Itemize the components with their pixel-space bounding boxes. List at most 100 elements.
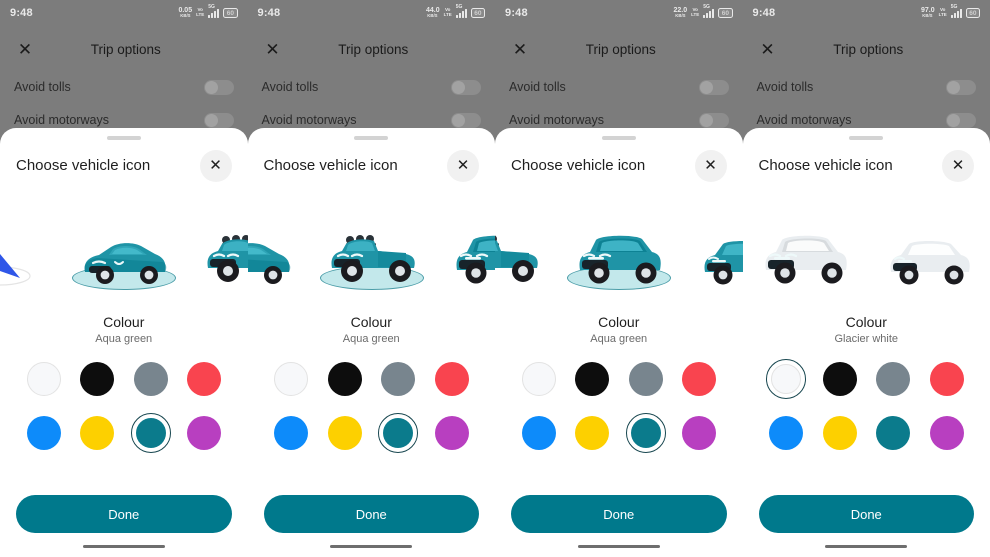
close-icon[interactable]: ✕: [501, 30, 539, 68]
vehicle-icon-sheet: Choose vehicle icon ✕: [742, 128, 990, 557]
colour-swatch-fill: [26, 361, 61, 396]
colour-swatch-fill: [929, 361, 964, 396]
page-title: Trip options: [585, 41, 656, 57]
toggle-switch[interactable]: [698, 112, 729, 128]
toggle-switch[interactable]: [203, 79, 234, 95]
colour-swatch[interactable]: [625, 412, 666, 453]
colour-swatch[interactable]: [378, 359, 418, 399]
close-icon[interactable]: ✕: [199, 149, 232, 182]
colour-heading: Colour: [845, 313, 887, 330]
colour-swatch[interactable]: [927, 413, 967, 453]
close-icon[interactable]: ✕: [254, 30, 292, 68]
colour-swatch-grid[interactable]: [759, 358, 973, 453]
toggle-switch[interactable]: [946, 79, 976, 95]
colour-name: Glacier white: [834, 332, 899, 345]
colour-swatch[interactable]: [766, 413, 806, 453]
colour-swatch[interactable]: [271, 359, 311, 399]
colour-swatch[interactable]: [873, 413, 913, 453]
colour-swatch[interactable]: [519, 359, 559, 399]
close-icon[interactable]: ✕: [447, 149, 479, 182]
sheet-title: Choose vehicle icon: [511, 157, 646, 174]
network-speed-unit: KB/S: [180, 13, 191, 19]
colour-swatch[interactable]: [325, 413, 365, 453]
colour-swatch[interactable]: [184, 413, 224, 453]
vehicle-option[interactable]: [247, 204, 310, 296]
colour-section-header: Colour Aqua green: [248, 314, 496, 345]
vehicle-carousel[interactable]: [495, 204, 743, 296]
colour-swatch[interactable]: [873, 359, 913, 399]
close-icon[interactable]: ✕: [942, 149, 974, 182]
colour-swatch-fill: [929, 415, 964, 450]
colour-swatch[interactable]: [77, 413, 117, 453]
close-icon[interactable]: ✕: [6, 30, 44, 68]
colour-swatch[interactable]: [77, 359, 117, 399]
colour-swatch[interactable]: [271, 413, 311, 453]
colour-swatch[interactable]: [572, 359, 612, 399]
colour-swatch[interactable]: [519, 413, 559, 453]
vehicle-option[interactable]: [434, 204, 495, 296]
colour-swatch[interactable]: [820, 413, 860, 453]
pickup-truck-icon: [495, 235, 538, 282]
vehicle-carousel-track[interactable]: [247, 204, 495, 296]
network-speed-indicator: 44.0 KB/S: [426, 7, 440, 19]
colour-swatch[interactable]: [572, 413, 612, 453]
vehicle-carousel[interactable]: [247, 204, 495, 296]
done-button[interactable]: Done: [511, 495, 727, 533]
toggle-switch[interactable]: [451, 112, 481, 128]
colour-swatch[interactable]: [130, 412, 171, 453]
done-button[interactable]: Done: [263, 495, 479, 533]
colour-swatch[interactable]: [766, 358, 806, 399]
network-gen-label: 5G: [703, 3, 710, 10]
colour-swatch[interactable]: [679, 359, 719, 399]
vehicle-option[interactable]: [310, 204, 434, 296]
setting-row-avoid-tolls[interactable]: Avoid tolls: [743, 70, 990, 104]
phone-screen: 9:48 97.0 KB/S Vo LTE 5G 60 ✕ Trip optio: [742, 0, 990, 557]
setting-row-avoid-tolls[interactable]: Avoid tolls: [248, 70, 496, 104]
colour-swatch[interactable]: [131, 359, 171, 399]
colour-swatch[interactable]: [820, 359, 860, 399]
colour-swatch[interactable]: [432, 413, 472, 453]
toggle-switch[interactable]: [451, 79, 481, 95]
vehicle-option[interactable]: [62, 204, 186, 296]
vehicle-option[interactable]: [0, 204, 62, 296]
vehicle-option[interactable]: [743, 204, 867, 296]
vehicle-option[interactable]: [867, 204, 990, 296]
status-bar: 9:48 97.0 KB/S Vo LTE 5G 60: [743, 0, 990, 26]
status-bar: 9:48 0.05 KB/S Vo LTE 5G 60: [0, 0, 248, 26]
colour-swatch-grid[interactable]: [264, 359, 478, 453]
colour-swatch[interactable]: [378, 412, 418, 453]
colour-swatch[interactable]: [432, 359, 472, 399]
toggle-switch[interactable]: [203, 112, 234, 128]
colour-swatch[interactable]: [626, 359, 666, 399]
vehicle-carousel[interactable]: [0, 204, 248, 296]
done-button[interactable]: Done: [758, 495, 974, 533]
colour-swatch[interactable]: [184, 359, 224, 399]
close-icon[interactable]: ✕: [749, 30, 787, 68]
vehicle-option[interactable]: [681, 204, 743, 296]
vehicle-option[interactable]: [495, 204, 557, 296]
vehicle-carousel-track[interactable]: [0, 204, 248, 296]
vehicle-carousel[interactable]: [743, 204, 990, 296]
colour-swatch[interactable]: [24, 413, 64, 453]
colour-swatch-fill: [381, 361, 415, 396]
setting-row-avoid-tolls[interactable]: Avoid tolls: [495, 70, 743, 104]
colour-swatch[interactable]: [24, 359, 64, 399]
sheet-header: Choose vehicle icon ✕: [248, 140, 496, 182]
colour-swatch-grid[interactable]: [17, 359, 231, 453]
volte-icon: Vo LTE: [691, 7, 700, 17]
vehicle-carousel-track[interactable]: [495, 204, 743, 296]
vehicle-carousel-track[interactable]: [743, 204, 990, 296]
vehicle-option[interactable]: [186, 204, 248, 296]
colour-swatch[interactable]: [325, 359, 365, 399]
close-icon[interactable]: ✕: [694, 149, 727, 182]
colour-swatch[interactable]: [679, 413, 719, 453]
setting-row-avoid-tolls[interactable]: Avoid tolls: [0, 70, 248, 104]
toggle-switch[interactable]: [946, 112, 976, 128]
done-button[interactable]: Done: [16, 495, 232, 533]
toggle-switch[interactable]: [698, 79, 729, 95]
network-speed-indicator: 0.05 KB/S: [178, 7, 192, 19]
vehicle-option[interactable]: [557, 204, 681, 296]
colour-swatch[interactable]: [927, 359, 967, 399]
colour-swatch-fill: [135, 417, 166, 448]
colour-swatch-grid[interactable]: [512, 359, 726, 453]
